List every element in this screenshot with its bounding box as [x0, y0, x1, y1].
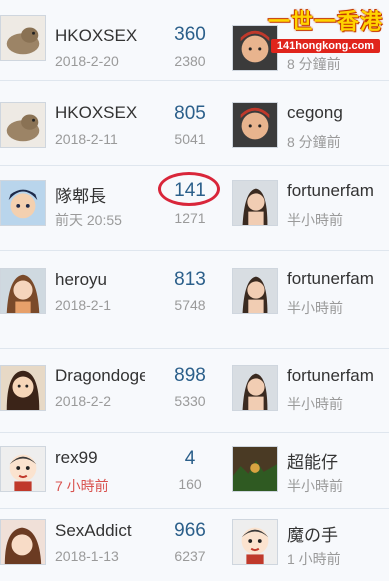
last-poster-name[interactable]: 魔の手 [287, 521, 387, 546]
post-date: 2018-2-2 [55, 393, 112, 409]
last-post-time: 1 小時前 [287, 551, 341, 567]
last-poster-name[interactable]: fortunerfam [287, 181, 387, 201]
view-count: 5748 [174, 297, 206, 313]
post-date: 2018-2-20 [55, 53, 119, 69]
view-count: 5041 [174, 131, 206, 147]
watermark-title: 一世一香港 [267, 10, 383, 35]
last-poster-avatar[interactable] [232, 365, 278, 411]
author-name[interactable]: HKOXSEX [55, 103, 155, 123]
watermark-url: 141hongkong.com [270, 39, 381, 53]
reply-count[interactable]: 805 [155, 103, 225, 125]
last-post-time: 半小時前 [287, 300, 343, 316]
view-count: 1271 [174, 210, 206, 226]
author-avatar[interactable] [0, 102, 46, 148]
author-avatar[interactable] [0, 15, 46, 61]
post-date: 2018-2-11 [55, 131, 118, 147]
last-poster-name[interactable]: 超能仔 [287, 448, 387, 473]
last-post-time: 半小時前 [287, 478, 343, 494]
last-poster-name[interactable]: fortunerfam [287, 269, 387, 289]
row-separator [0, 250, 389, 251]
last-poster-name[interactable]: cegong [287, 103, 387, 123]
last-poster-avatar[interactable] [232, 268, 278, 314]
post-date: 2018-2-1 [55, 297, 112, 313]
last-post-time: 半小時前 [287, 396, 343, 412]
post-date: 前天 20:55 [55, 212, 122, 228]
last-poster-name[interactable]: fortunerfam [287, 366, 387, 386]
last-poster-avatar[interactable] [232, 102, 278, 148]
row-separator [0, 165, 389, 166]
row-separator [0, 508, 389, 509]
last-poster-avatar[interactable] [232, 519, 278, 565]
reply-count[interactable]: 360 [155, 24, 225, 46]
last-poster-avatar[interactable] [232, 180, 278, 226]
author-avatar[interactable] [0, 446, 46, 492]
view-count: 2380 [174, 53, 206, 69]
author-name[interactable]: Dragondoge [55, 366, 145, 386]
reply-count[interactable]: 813 [155, 269, 225, 291]
author-name[interactable]: heroyu [55, 270, 155, 290]
highlight-circle [158, 172, 220, 206]
view-count: 5330 [174, 393, 206, 409]
author-avatar[interactable] [0, 519, 46, 565]
row-separator [0, 432, 389, 433]
author-name[interactable]: HKOXSEX [55, 26, 155, 46]
author-avatar[interactable] [0, 365, 46, 411]
row-separator [0, 348, 389, 349]
row-separator [0, 80, 389, 81]
author-name[interactable]: rex99 [55, 448, 155, 468]
reply-count[interactable]: 4 [155, 448, 225, 470]
post-date: 2018-1-13 [55, 548, 119, 564]
post-date: 7 小時前 [55, 478, 109, 494]
view-count: 160 [178, 476, 202, 492]
last-post-time: 8 分鐘前 [287, 134, 341, 150]
reply-count[interactable]: 966 [155, 520, 225, 542]
author-avatar[interactable] [0, 180, 46, 226]
last-poster-avatar[interactable] [232, 446, 278, 492]
author-name[interactable]: SexAddict [55, 521, 155, 541]
author-name[interactable]: 隊郫長 [55, 182, 155, 207]
last-post-time: 半小時前 [287, 212, 343, 228]
watermark-logo: 一世一香港 141hongkong.com [268, 4, 383, 54]
last-post-time: 8 分鐘前 [287, 56, 341, 72]
reply-count[interactable]: 898 [155, 365, 225, 387]
view-count: 6237 [174, 548, 206, 564]
author-avatar[interactable] [0, 268, 46, 314]
